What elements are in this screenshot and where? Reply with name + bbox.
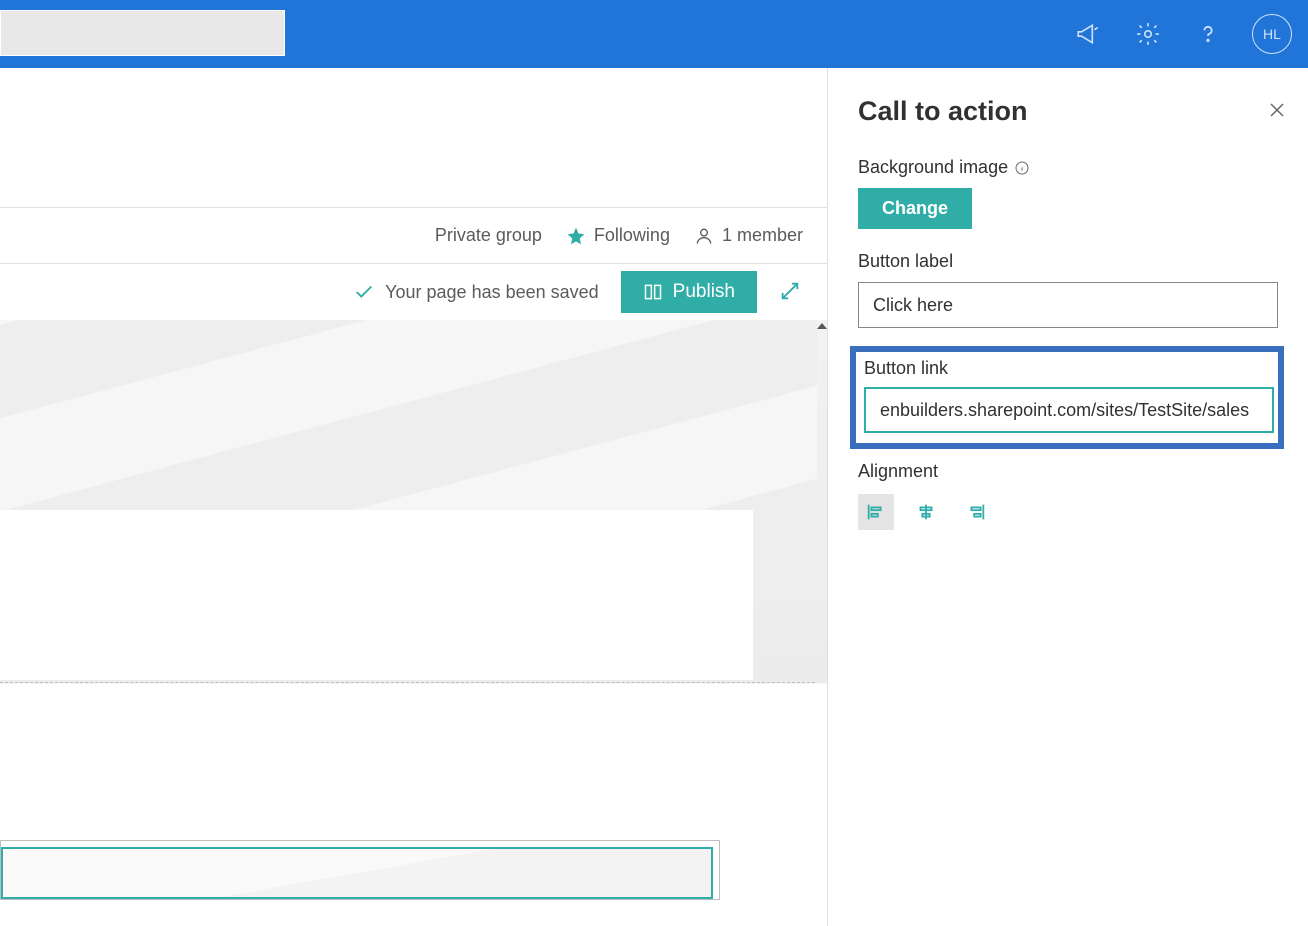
panel-header: Call to action [858, 96, 1286, 127]
section-divider [0, 682, 815, 683]
page-header-blank [0, 68, 827, 208]
group-type: Private group [435, 225, 542, 246]
help-icon[interactable] [1192, 18, 1224, 50]
align-center-icon [915, 501, 937, 523]
canvas-area [0, 320, 827, 926]
page-canvas: Private group Following 1 member [0, 68, 828, 926]
webpart-inner [1, 847, 713, 899]
info-icon[interactable] [1014, 160, 1030, 176]
members-info[interactable]: 1 member [694, 225, 803, 247]
expand-button[interactable] [779, 280, 803, 304]
search-input[interactable] [0, 10, 285, 56]
site-info-row: Private group Following 1 member [0, 208, 827, 264]
following-label: Following [594, 225, 670, 246]
person-icon [694, 225, 714, 247]
align-right-button[interactable] [958, 494, 994, 530]
checkmark-icon [353, 281, 375, 303]
button-link-field-label: Button link [864, 358, 1270, 379]
gear-icon[interactable] [1132, 18, 1164, 50]
main-area: Private group Following 1 member [0, 68, 1308, 926]
publish-label: Publish [673, 281, 735, 303]
megaphone-icon[interactable] [1072, 18, 1104, 50]
panel-title: Call to action [858, 96, 1028, 127]
close-icon[interactable] [1268, 99, 1286, 125]
button-label-input[interactable] [858, 282, 1278, 328]
avatar-initials: HL [1263, 26, 1281, 42]
page-action-row: Your page has been saved Publish [0, 264, 827, 320]
selected-webpart[interactable] [0, 840, 720, 900]
button-link-input[interactable] [864, 387, 1274, 433]
alignment-label: Alignment [858, 461, 1286, 482]
publish-button[interactable]: Publish [621, 271, 757, 313]
saved-text: Your page has been saved [385, 282, 599, 303]
change-label: Change [882, 198, 948, 218]
scroll-up-icon[interactable] [817, 320, 827, 332]
property-panel: Call to action Background image Change B… [828, 68, 1308, 926]
saved-message: Your page has been saved [353, 281, 599, 303]
align-left-icon [865, 501, 887, 523]
alignment-options [858, 494, 1286, 530]
background-image-label: Background image [858, 157, 1286, 178]
align-right-icon [965, 501, 987, 523]
content-block [0, 510, 753, 680]
app-header: HL [0, 0, 1308, 68]
group-type-label: Private group [435, 225, 542, 246]
change-button[interactable]: Change [858, 188, 972, 229]
align-center-button[interactable] [908, 494, 944, 530]
align-left-button[interactable] [858, 494, 894, 530]
user-avatar[interactable]: HL [1252, 14, 1292, 54]
bg-label-text: Background image [858, 157, 1008, 178]
expand-icon [779, 280, 801, 302]
members-label: 1 member [722, 225, 803, 246]
book-icon [643, 282, 663, 302]
star-icon [566, 226, 586, 246]
following-toggle[interactable]: Following [566, 225, 670, 246]
button-label-field-label: Button label [858, 251, 1286, 272]
header-actions: HL [1072, 14, 1292, 54]
button-link-highlight: Button link [850, 346, 1284, 449]
